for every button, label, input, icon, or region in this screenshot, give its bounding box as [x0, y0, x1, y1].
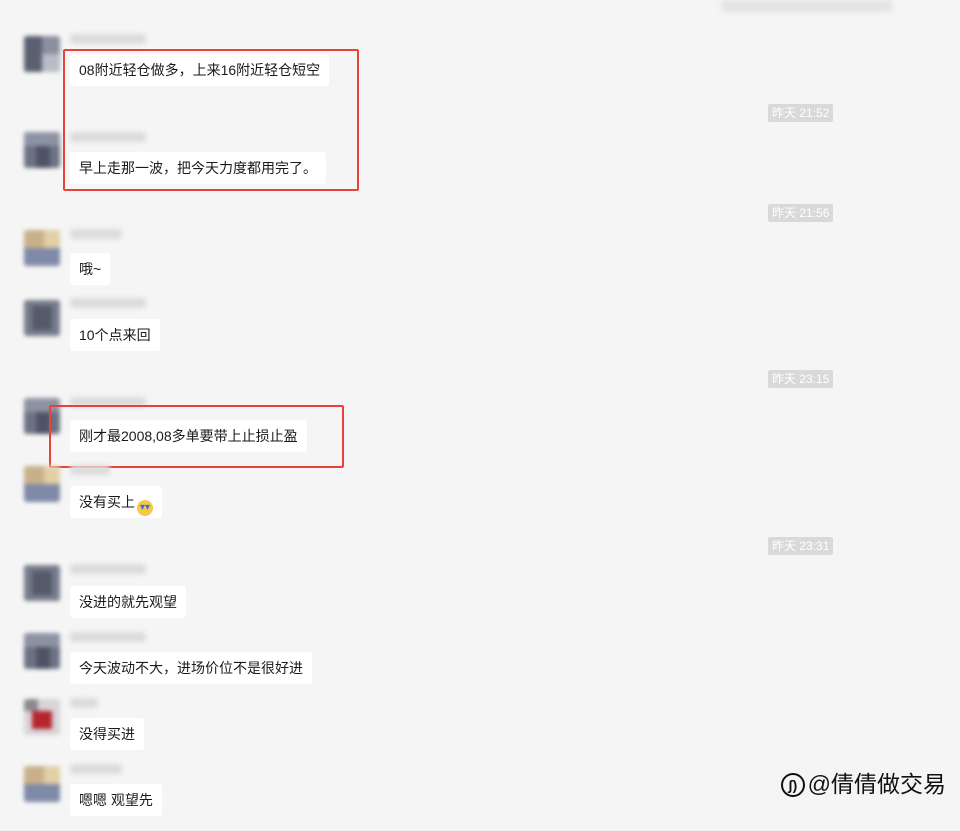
timestamp: 昨天 23:15: [768, 370, 834, 388]
avatar[interactable]: [24, 766, 60, 802]
watermark: ʃ) @倩倩做交易: [780, 765, 946, 799]
message-bubble[interactable]: 没进的就先观望: [70, 586, 186, 618]
sender-name: [70, 132, 146, 142]
sender-name: [70, 632, 146, 642]
message-bubble[interactable]: 今天波动不大，进场价位不是很好进: [70, 652, 312, 684]
message-text: 没有买上: [79, 494, 135, 510]
message-bubble[interactable]: 10个点来回: [70, 319, 160, 351]
sender-name: [70, 465, 110, 475]
avatar[interactable]: [24, 699, 60, 735]
message-bubble[interactable]: 嗯嗯 观望先: [70, 784, 162, 816]
sender-name: [70, 764, 122, 774]
timestamp: 昨天 21:56: [768, 204, 834, 222]
timestamp: 昨天 21:52: [768, 104, 834, 122]
avatar[interactable]: [24, 633, 60, 669]
timestamp: 昨天 23:31: [768, 537, 834, 555]
platform-logo-icon: ʃ): [780, 773, 805, 797]
crying-face-emoji: ▾▾: [137, 500, 153, 516]
sender-name: [70, 698, 98, 708]
avatar[interactable]: [24, 132, 60, 168]
message-bubble[interactable]: 早上走那一波，把今天力度都用完了。: [70, 152, 326, 184]
avatar[interactable]: [24, 466, 60, 502]
message-bubble[interactable]: 没有买上 ▾▾: [70, 486, 162, 518]
message-bubble[interactable]: 没得买进: [70, 718, 144, 750]
sender-name: [70, 397, 146, 407]
top-blur-strip: [722, 0, 892, 12]
sender-name: [70, 564, 146, 574]
sender-name: [70, 34, 146, 44]
avatar[interactable]: [24, 398, 60, 434]
avatar[interactable]: [24, 565, 60, 601]
sender-name: [70, 229, 122, 239]
sender-name: [70, 298, 146, 308]
avatar[interactable]: [24, 36, 60, 72]
avatar[interactable]: [24, 300, 60, 336]
watermark-text: @倩倩做交易: [807, 771, 946, 797]
message-bubble[interactable]: 刚才最2008,08多单要带上止损止盈: [70, 420, 307, 452]
message-bubble[interactable]: 哦~: [70, 253, 111, 285]
avatar[interactable]: [24, 230, 60, 266]
message-bubble[interactable]: 08附近轻仓做多，上来16附近轻仓短空: [70, 54, 330, 86]
